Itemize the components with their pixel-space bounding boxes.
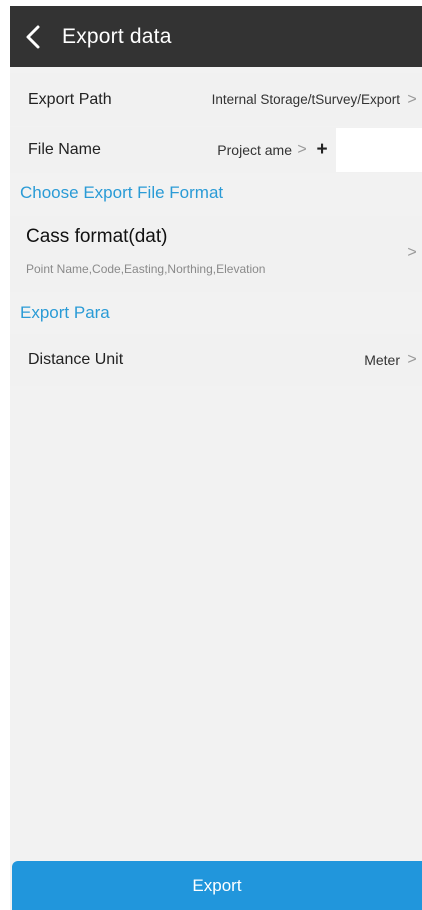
chevron-right-icon: > [407,90,417,108]
page-title: Export data [62,24,172,48]
title-bar: Export data [10,6,422,67]
export-path-label: Export Path [28,90,112,108]
file-name-row: File Name Project ame > + [10,127,422,173]
export-path-row[interactable]: Export Path Internal Storage/tSurvey/Exp… [10,73,422,126]
file-name-controls: Project ame > + [217,128,422,172]
format-fields: Point Name,Code,Easting,Northing,Elevati… [26,262,266,276]
back-button[interactable] [10,6,56,67]
chevron-right-icon: > [407,351,417,368]
format-title: Cass format(dat) [26,226,168,247]
export-para-heading: Export Para [20,303,110,322]
export-data-screen: Export data Export Path Internal Storage… [10,6,422,910]
chevron-right-icon[interactable]: > [292,141,312,159]
distance-unit-row[interactable]: Distance Unit Meter > [10,334,422,386]
file-name-prefix[interactable]: Project ame [217,142,292,158]
add-field-button[interactable]: + [312,139,332,161]
choose-format-heading: Choose Export File Format [20,183,224,202]
file-name-input[interactable] [336,128,422,172]
export-button[interactable]: Export [12,861,422,910]
file-format-row[interactable]: Cass format(dat) Point Name,Code,Easting… [10,216,422,292]
distance-unit-value: Meter [364,352,400,368]
distance-unit-label: Distance Unit [28,351,124,368]
chevron-left-icon [26,25,40,48]
chevron-right-icon: > [407,244,417,261]
file-name-label: File Name [28,141,101,158]
export-path-value: Internal Storage/tSurvey/Export [211,92,400,107]
